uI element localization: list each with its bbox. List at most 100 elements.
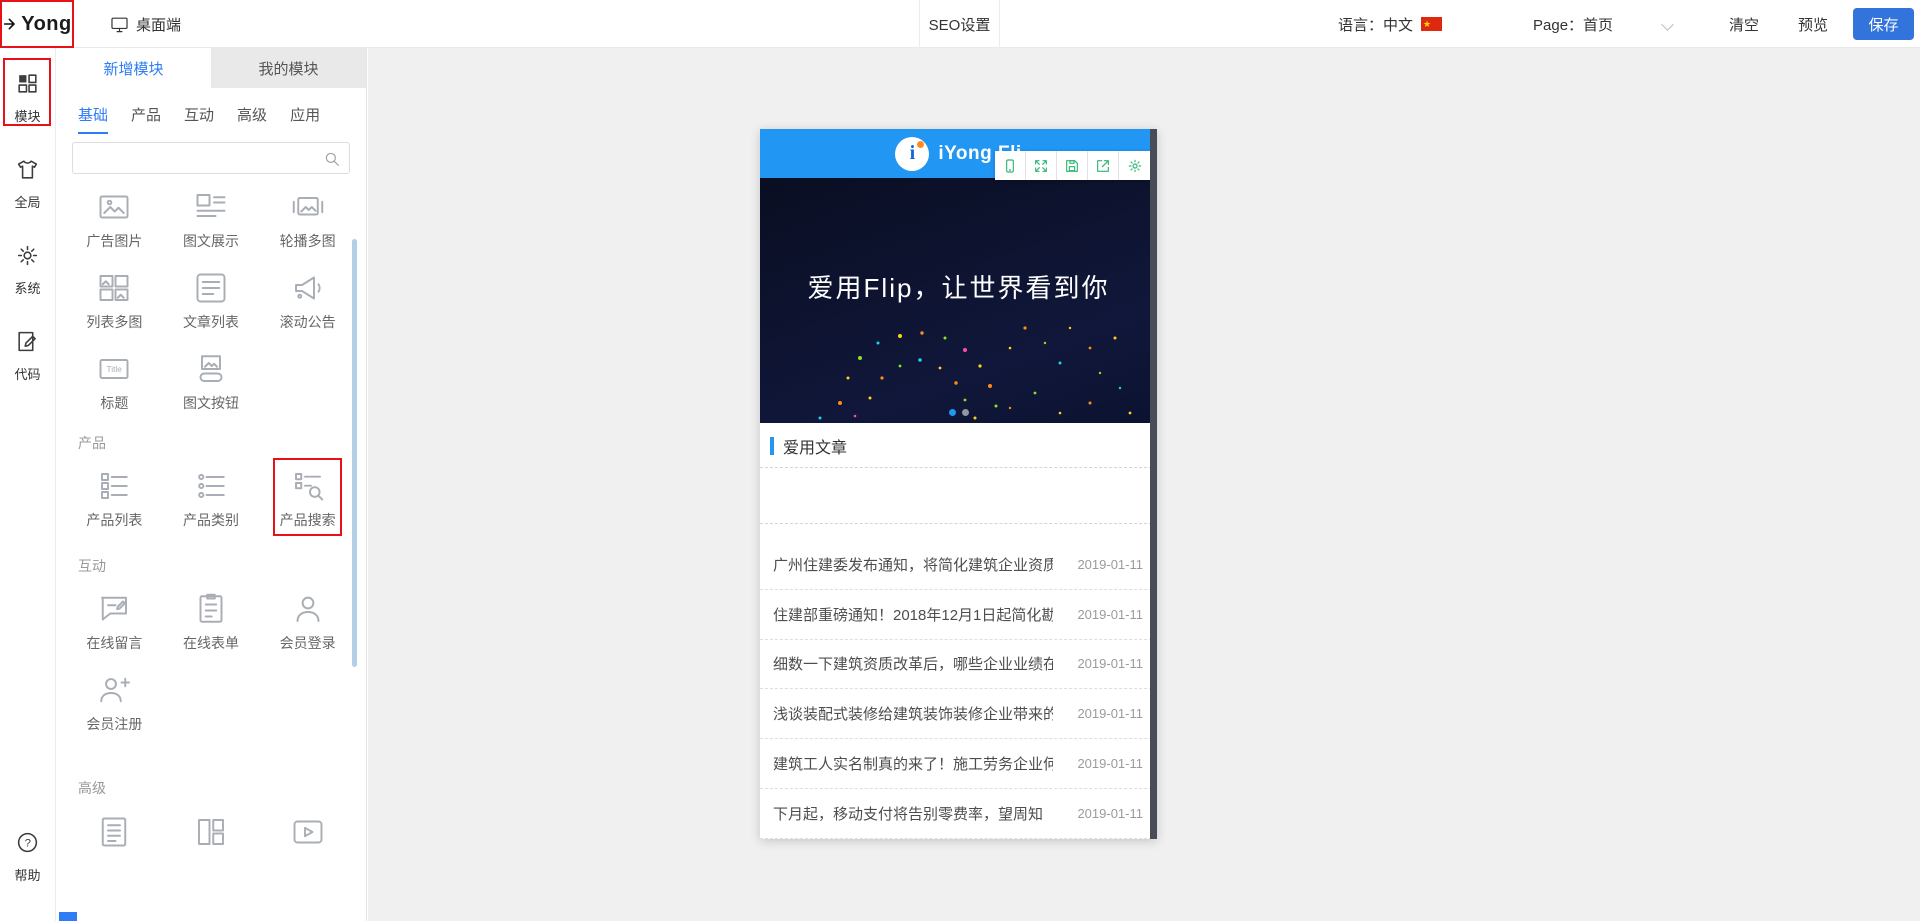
panel-scrollbar[interactable] xyxy=(352,239,357,667)
tab-my-modules[interactable]: 我的模块 xyxy=(211,48,366,88)
logo-arrow-icon xyxy=(2,16,18,32)
module-item-label: 在线留言 xyxy=(86,635,143,651)
section-accent-bar xyxy=(770,437,774,455)
seo-settings-button[interactable]: SEO设置 xyxy=(919,0,1000,48)
module-item-ad-image[interactable]: 广告图片 xyxy=(66,188,163,251)
module-item-article-list[interactable]: 文章列表 xyxy=(163,269,260,332)
sidebar-item-help[interactable]: ? 帮助 xyxy=(0,830,55,884)
article-row[interactable]: 浅谈装配式装修给建筑装饰装修企业带来的... 2019-01-11 xyxy=(760,689,1157,740)
save-module-button[interactable] xyxy=(1057,151,1088,180)
preview-scrollbar[interactable] xyxy=(1150,129,1157,839)
language-label: 语言：中文 xyxy=(1338,16,1414,34)
language-selector[interactable]: 语言：中文 ★ xyxy=(1338,0,1443,48)
article-date: 2019-01-11 xyxy=(1077,805,1143,821)
product-module-grid: 产品列表 产品类别 产品搜索 xyxy=(56,458,366,536)
category-app[interactable]: 应用 xyxy=(290,104,320,134)
export-button[interactable] xyxy=(1088,151,1119,180)
article-date: 2019-01-11 xyxy=(1077,656,1143,672)
page-selector[interactable]: Page：首页 xyxy=(1533,0,1613,48)
article-section-header[interactable]: 爱用文章 xyxy=(760,431,1157,461)
article-row[interactable]: 建筑工人实名制真的来了！施工劳务企业何... 2019-01-11 xyxy=(760,739,1157,789)
module-item-product-list[interactable]: 产品列表 xyxy=(66,467,163,530)
save-button[interactable]: 保存 xyxy=(1853,8,1914,40)
video-icon xyxy=(290,812,326,852)
article-row[interactable]: 广州住建委发布通知，将简化建筑企业资质... 2019-01-11 xyxy=(760,540,1157,590)
module-item-label: 广告图片 xyxy=(86,233,143,249)
module-item-image-button[interactable]: 图文按钮 xyxy=(163,350,260,413)
module-item-advanced-layout[interactable] xyxy=(163,812,260,875)
module-item-advanced-video[interactable] xyxy=(259,812,356,875)
svg-text:?: ? xyxy=(25,838,31,850)
message-bubble-icon xyxy=(96,590,132,627)
search-icon[interactable] xyxy=(323,150,341,172)
title-block-icon: Title xyxy=(96,350,132,387)
module-item-member-register[interactable]: 会员注册 xyxy=(66,671,163,734)
article-title: 广州住建委发布通知，将简化建筑企业资质... xyxy=(773,556,1053,574)
module-item-advanced-richtext[interactable] xyxy=(66,812,163,875)
product-category-icon xyxy=(193,467,229,504)
basic-module-grid: 广告图片 图文展示 轮播多图 列表多图 文章列表 滚动公告 Title 标题 图 xyxy=(56,188,366,413)
module-item-label: 会员注册 xyxy=(86,716,143,732)
article-list: 广州住建委发布通知，将简化建筑企业资质... 2019-01-11 住建部重磅通… xyxy=(760,540,1157,839)
module-item-carousel[interactable]: 轮播多图 xyxy=(259,188,356,251)
module-item-online-form[interactable]: 在线表单 xyxy=(163,590,260,653)
carousel-dots[interactable] xyxy=(760,409,1157,416)
module-item-member-login[interactable]: 会员登录 xyxy=(259,590,356,653)
device-switcher[interactable]: 桌面端 xyxy=(110,0,181,48)
settings-button[interactable] xyxy=(1119,151,1150,180)
module-item-scroll-notice[interactable]: 滚动公告 xyxy=(259,269,356,332)
module-item-online-message[interactable]: 在线留言 xyxy=(66,590,163,653)
article-row[interactable]: 细数一下建筑资质改革后，哪些企业业绩在... 2019-01-11 xyxy=(760,640,1157,690)
sidebar-item-modules[interactable]: 模块 xyxy=(0,71,55,125)
sidebar-item-label: 模块 xyxy=(14,109,41,124)
chevron-down-icon[interactable] xyxy=(1661,18,1674,31)
module-item-label: 会员登录 xyxy=(279,635,336,651)
search-input[interactable] xyxy=(73,143,349,173)
mobile-view-button[interactable] xyxy=(995,151,1026,180)
sidebar-item-code[interactable]: 代码 xyxy=(0,329,55,383)
module-item-image-text[interactable]: 图文展示 xyxy=(163,188,260,251)
sidebar-item-label: 系统 xyxy=(14,281,41,296)
image-text-icon xyxy=(193,188,229,225)
carousel-dot-active[interactable] xyxy=(948,409,956,416)
advanced-module-grid xyxy=(56,812,366,875)
shirt-icon xyxy=(15,157,40,186)
module-item-product-search[interactable]: 产品搜索 xyxy=(259,458,356,536)
clear-button[interactable]: 清空 xyxy=(1729,0,1759,48)
module-item-label: 产品搜索 xyxy=(279,512,336,528)
module-item-multi-image-list[interactable]: 列表多图 xyxy=(66,269,163,332)
article-title: 下月起，移动支付将告别零费率，望周知 xyxy=(773,805,1044,823)
article-date: 2019-01-11 xyxy=(1077,556,1143,572)
category-interact[interactable]: 互动 xyxy=(184,104,214,134)
sidebar-item-system[interactable]: 系统 xyxy=(0,243,55,297)
empty-module-placeholder[interactable] xyxy=(760,467,1157,524)
panel-tabs: 新增模块 我的模块 xyxy=(56,48,366,88)
multi-image-icon xyxy=(96,269,132,306)
fullscreen-button[interactable] xyxy=(1026,151,1057,180)
category-basic[interactable]: 基础 xyxy=(78,104,109,134)
article-row[interactable]: 住建部重磅通知！2018年12月1日起简化勘察... 2019-01-11 xyxy=(760,590,1157,640)
module-item-label: 文章列表 xyxy=(182,314,239,330)
interact-module-grid: 在线留言 在线表单 会员登录 会员注册 xyxy=(56,590,366,734)
carousel-dot[interactable] xyxy=(961,409,969,416)
carousel-icon xyxy=(290,188,326,225)
sidebar-item-label: 全局 xyxy=(14,195,41,210)
section-title: 爱用文章 xyxy=(783,440,848,457)
module-item-title[interactable]: Title 标题 xyxy=(66,350,163,413)
article-title: 建筑工人实名制真的来了！施工劳务企业何... xyxy=(773,756,1053,774)
monitor-icon xyxy=(110,15,129,34)
article-title: 细数一下建筑资质改革后，哪些企业业绩在... xyxy=(773,656,1053,674)
tab-new-modules[interactable]: 新增模块 xyxy=(56,48,211,88)
hero-banner[interactable]: 爱用Flip，让世界看到你 xyxy=(760,178,1157,423)
section-title-advanced: 高级 xyxy=(78,780,106,796)
article-row[interactable]: 下月起，移动支付将告别零费率，望周知 2019-01-11 xyxy=(760,789,1157,839)
mobile-preview: i iYong Fli 爱用Flip，让世界看到你 爱用文章 广州住建委发布通知… xyxy=(760,129,1157,839)
preview-button[interactable]: 预览 xyxy=(1798,0,1828,48)
category-product[interactable]: 产品 xyxy=(131,104,161,134)
page-label: Page：首页 xyxy=(1533,16,1614,34)
module-item-product-category[interactable]: 产品类别 xyxy=(163,467,260,530)
sidebar-item-global[interactable]: 全局 xyxy=(0,157,55,211)
category-advanced[interactable]: 高级 xyxy=(237,104,267,134)
module-item-label: 图文展示 xyxy=(182,233,239,249)
logo[interactable]: Yong xyxy=(0,0,74,48)
